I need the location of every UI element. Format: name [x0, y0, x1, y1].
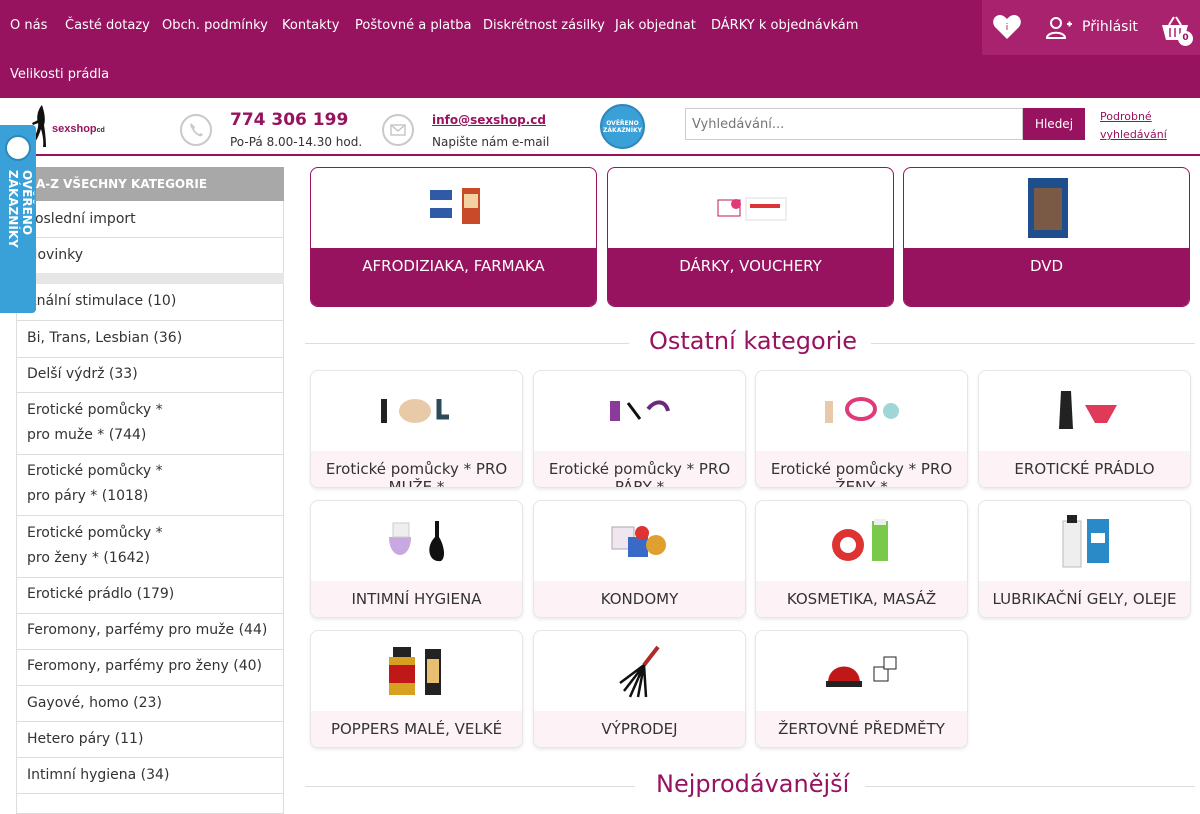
wishlist-heart-icon[interactable]: i: [992, 12, 1022, 42]
section-title-other: Ostatní kategorie: [649, 327, 858, 355]
search-button[interactable]: Hledej: [1023, 108, 1085, 140]
sidebar-item-analni[interactable]: Anální stimulace (10): [16, 284, 284, 321]
phone-hours: Po-Pá 8.00-14.30 hod.: [230, 135, 363, 149]
category-label: EROTICKÉ PRÁDLO: [1014, 460, 1155, 478]
cosmetics-image: [832, 519, 888, 561]
side-badge-text: OVĚŘENO ZÁKAZNÍKY: [6, 170, 34, 248]
lingerie-image: [1059, 391, 1117, 429]
sidebar-item-pomucky-muze[interactable]: Erotické pomůcky * pro muže * (744): [16, 393, 284, 455]
sidebar-item-hetero[interactable]: Hetero páry (11): [16, 722, 284, 758]
nav-link-caste-dotazy[interactable]: Časté dotazy: [65, 18, 150, 33]
nav-link-diskretnost[interactable]: Diskrétnost zásilky: [483, 18, 605, 33]
category-card-pomucky-muze[interactable]: Erotické pomůcky * PRO MUŽE *: [310, 370, 523, 488]
nav-link-postovne[interactable]: Poštovné a platba: [355, 18, 471, 33]
sidebar-item-feromony-muze[interactable]: Feromony, parfémy pro muže (44): [16, 614, 284, 650]
sale-flogger-image: [619, 645, 660, 698]
category-card-kondomy[interactable]: KONDOMY: [533, 500, 746, 618]
mail-icon-circle: [382, 114, 414, 146]
category-label: KONDOMY: [600, 590, 679, 608]
badge-text: OVĚŘENO ZÁKAZNÍKY: [603, 120, 642, 134]
top-navigation: O nás Časté dotazy Obch. podmínky Kontak…: [0, 0, 1200, 98]
category-card-afrodiziaka[interactable]: AFRODIZIAKA, FARMAKA: [310, 167, 597, 307]
category-label: LUBRIKAČNÍ GELY, OLEJE: [992, 590, 1177, 608]
category-label: ŽERTOVNÉ PŘEDMĚTY: [778, 720, 945, 738]
category-card-poppers[interactable]: POPPERS MALÉ, VELKÉ: [310, 630, 523, 748]
svg-text:i: i: [1006, 23, 1009, 33]
sidebar-item-feromony-zeny[interactable]: Feromony, parfémy pro ženy (40): [16, 650, 284, 686]
category-card-pradlo[interactable]: EROTICKÉ PRÁDLO: [978, 370, 1191, 488]
advanced-search-link[interactable]: Podrobné vyhledávání: [1100, 108, 1180, 144]
poppers-image: [389, 647, 441, 695]
lubricants-image: [1062, 515, 1109, 568]
women-toys-image: [825, 397, 899, 423]
category-label: Erotické pomůcky * PRO MUŽE *: [325, 460, 508, 488]
nav-link-velikosti[interactable]: Velikosti prádla: [10, 67, 109, 82]
login-link[interactable]: Přihlásit: [1082, 19, 1138, 35]
category-label: POPPERS MALÉ, VELKÉ: [330, 720, 503, 738]
section-divider: [305, 343, 629, 344]
category-card-vyprodej[interactable]: VÝPRODEJ: [533, 630, 746, 748]
user-add-icon[interactable]: [1046, 16, 1072, 40]
category-label: DVD: [1029, 257, 1064, 275]
email-subtext: Napište nám e-mail: [432, 135, 550, 149]
hygiene-image: [389, 521, 445, 562]
phone-icon-circle: [180, 114, 212, 146]
nav-link-darky[interactable]: DÁRKY k objednávkám: [711, 18, 858, 33]
category-label: DÁRKY, VOUCHERY: [679, 257, 822, 275]
category-label: AFRODIZIAKA, FARMAKA: [362, 257, 545, 275]
condoms-image: [611, 526, 666, 557]
sidebar-item-novinky[interactable]: Novinky: [16, 238, 284, 274]
phone-number[interactable]: 774 306 199: [230, 110, 348, 130]
category-card-kosmetika[interactable]: KOSMETIKA, MASÁŽ: [755, 500, 968, 618]
category-label: Erotické pomůcky * PRO ŽENY *: [770, 460, 953, 488]
sidebar-item-pomucky-pary[interactable]: Erotické pomůcky * pro páry * (1018): [16, 455, 284, 516]
category-card-dvd[interactable]: DVD: [903, 167, 1190, 307]
vouchers-image: [717, 197, 787, 221]
phone-icon: [190, 123, 203, 137]
category-card-intimni-hygiena[interactable]: INTIMNÍ HYGIENA: [310, 500, 523, 618]
section-title-bestsellers: Nejprodávanější: [656, 770, 850, 798]
sidebar-item-pradlo[interactable]: Erotické prádlo (179): [16, 578, 284, 614]
verified-customers-badge[interactable]: OVĚŘENO ZÁKAZNÍKY: [600, 104, 645, 149]
category-label: KOSMETIKA, MASÁŽ: [786, 590, 937, 608]
category-label: VÝPRODEJ: [601, 720, 678, 738]
category-label: INTIMNÍ HYGIENA: [351, 590, 482, 608]
category-label: Erotické pomůcky * PRO PÁRY *: [548, 460, 731, 488]
badge-seal-icon: [5, 135, 31, 161]
logo-wordmark: sexshopcd: [52, 123, 105, 135]
category-card-darky[interactable]: DÁRKY, VOUCHERY: [607, 167, 894, 307]
dvd-cover-image: [1028, 178, 1068, 238]
sidebar-item-hygiena[interactable]: Intimní hygiena (34): [16, 758, 284, 794]
verified-side-badge[interactable]: OVĚŘENO ZÁKAZNÍKY: [0, 125, 36, 313]
sidebar-item-gayove[interactable]: Gayové, homo (23): [16, 686, 284, 722]
section-divider: [871, 343, 1195, 344]
category-card-lubrikacni[interactable]: LUBRIKAČNÍ GELY, OLEJE: [978, 500, 1191, 618]
sidebar-item-delsi-vydrz[interactable]: Delší výdrž (33): [16, 358, 284, 393]
category-card-pomucky-zeny[interactable]: Erotické pomůcky * PRO ŽENY *: [755, 370, 968, 488]
couples-toys-image: [610, 400, 670, 421]
joke-items-image: [826, 656, 897, 687]
section-divider: [305, 786, 635, 787]
nav-link-kontakty[interactable]: Kontakty: [282, 18, 339, 33]
nav-link-jak-objednat[interactable]: Jak objednat: [615, 18, 696, 33]
nav-link-obch-podminky[interactable]: Obch. podmínky: [162, 18, 268, 33]
category-card-pomucky-pary[interactable]: Erotické pomůcky * PRO PÁRY *: [533, 370, 746, 488]
email-link[interactable]: info@sexshop.cd: [432, 113, 546, 127]
category-card-zertovne[interactable]: ŽERTOVNÉ PŘEDMĚTY: [755, 630, 968, 748]
cart-count-badge: 0: [1178, 31, 1193, 46]
afrodiziaka-image: [430, 188, 480, 224]
men-toys-image: [381, 399, 449, 423]
mail-icon: [390, 124, 406, 136]
sidebar-header: A-Z VŠECHNY KATEGORIE: [16, 167, 284, 201]
sidebar-item-next[interactable]: [16, 794, 284, 814]
nav-link-o-nas[interactable]: O nás: [10, 18, 47, 33]
search-input[interactable]: [685, 108, 1023, 140]
sidebar-item-bi-trans[interactable]: Bi, Trans, Lesbian (36): [16, 321, 284, 358]
section-divider: [865, 786, 1195, 787]
sidebar-item-posledni-import[interactable]: Poslední import: [16, 201, 284, 238]
sidebar-item-pomucky-zeny[interactable]: Erotické pomůcky * pro ženy * (1642): [16, 516, 284, 578]
sidebar-separator: [16, 273, 284, 284]
